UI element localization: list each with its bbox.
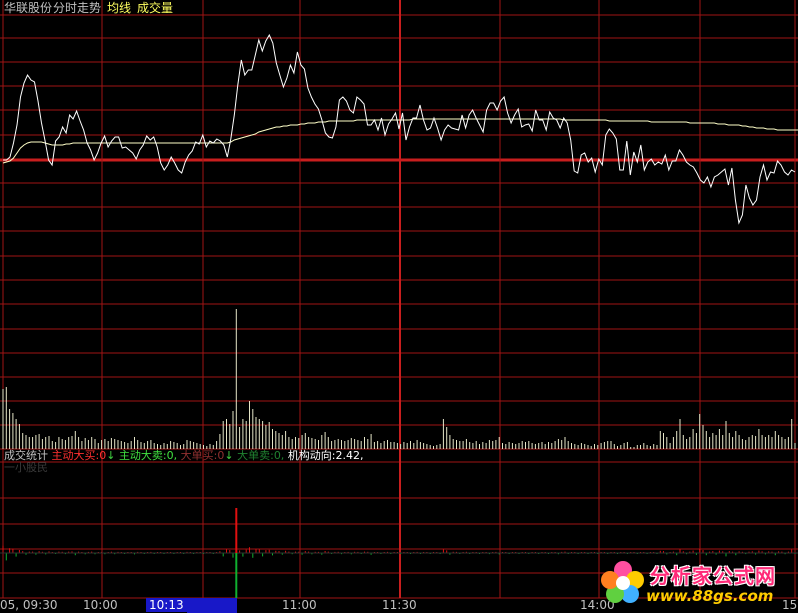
- x-tick-cursor-time[interactable]: 10:13: [146, 598, 237, 613]
- x-tick-1000: 10:00: [83, 598, 118, 612]
- avg-line-legend: 均线: [107, 1, 132, 15]
- big-buy-label: 大单买:: [180, 449, 218, 462]
- volume-legend: 成交量: [137, 1, 174, 15]
- x-tick-1100: 11:00: [282, 598, 317, 612]
- chart-grid: [0, 0, 798, 599]
- chart-title: 分时走势: [53, 1, 102, 15]
- site-logo: 分析家公式网 www.88gs.com: [598, 554, 794, 612]
- active-big-sell-value: 0,: [166, 449, 178, 462]
- watermark-text: 一小股民: [4, 461, 48, 474]
- intraday-chart-area[interactable]: [0, 0, 798, 613]
- logo-title: 分析家公式网: [650, 564, 776, 588]
- institution-trend-value: 2.42,: [335, 449, 364, 462]
- active-big-sell-label: 主动大卖:: [118, 449, 167, 462]
- x-tick-1130: 11:30: [382, 598, 417, 612]
- x-tick-0930: 05, 09:30: [0, 598, 58, 612]
- stock-name[interactable]: 华联股份: [4, 1, 52, 15]
- chart-header: 华联股份分时走势 均线 成交量: [4, 1, 179, 15]
- arrow-down-icon: ↓: [224, 449, 234, 462]
- institution-trend-label: 机构动向:: [287, 449, 336, 462]
- logo-url: www.88gs.com: [646, 587, 774, 605]
- big-sell-label: 大单卖:: [237, 449, 274, 462]
- big-sell-value: 0,: [273, 449, 285, 462]
- cursor-time-label: 10:13: [146, 598, 187, 612]
- flower-icon: [601, 561, 644, 603]
- active-big-buy-label: 主动大买:: [51, 449, 100, 462]
- trade-stats-bar: 成交统计 主动大买:0↓ 主动大卖:0, 大单买:0↓ 大单卖:0, 机构动向:…: [4, 449, 364, 463]
- arrow-down-icon: ↓: [106, 449, 116, 462]
